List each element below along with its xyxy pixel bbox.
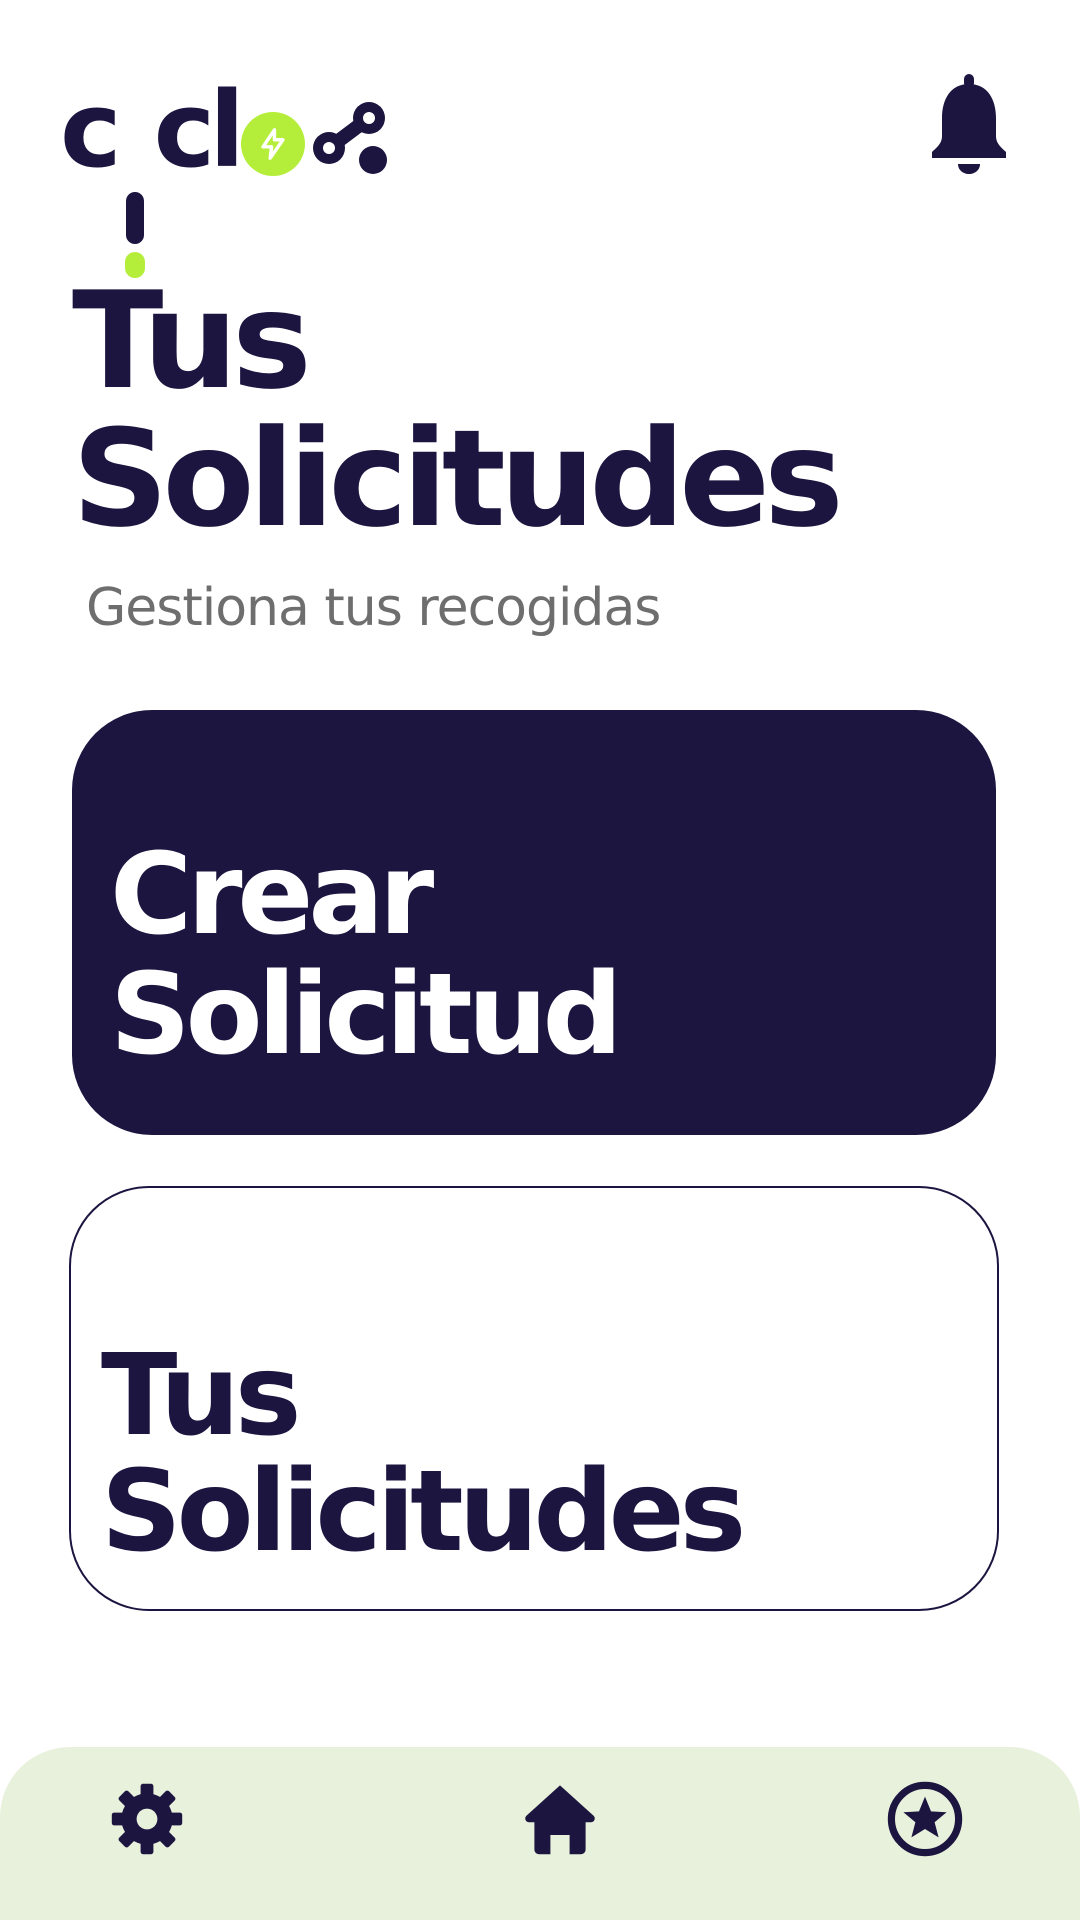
create-request-card[interactable]: Crear Solicitud (72, 710, 996, 1135)
page-subtitle: Gestiona tus recogidas (86, 578, 661, 638)
your-requests-card[interactable]: Tus Solicitudes (69, 1186, 999, 1611)
logo-link-mark (307, 82, 391, 182)
nav-settings-button[interactable] (97, 1769, 197, 1869)
app-header: c cl (0, 0, 1080, 278)
page-title-line2: Solicitudes (72, 401, 844, 557)
gear-icon (111, 1783, 183, 1855)
app-logo: c cl (60, 72, 391, 278)
page-title-line1: Tus (72, 263, 312, 419)
star-badge-icon (887, 1781, 963, 1857)
logo-bolt-icon (240, 112, 305, 176)
your-requests-line1: Tus (101, 1331, 302, 1461)
bottom-nav (0, 1747, 1080, 1920)
screen: c cl Tus Solicitudes Gestiona tus recogi… (0, 0, 1080, 1920)
create-request-line2: Solicitud (110, 950, 623, 1080)
create-request-label: Crear Solicitud (110, 830, 623, 1080)
nav-home-button[interactable] (510, 1769, 610, 1869)
home-icon (525, 1785, 595, 1855)
page-title: Tus Solicitudes (72, 263, 844, 557)
nav-favorites-button[interactable] (875, 1769, 975, 1869)
your-requests-line2: Solicitudes (101, 1447, 746, 1577)
bell-icon[interactable] (926, 74, 1012, 174)
create-request-line1: Crear (110, 830, 434, 960)
your-requests-label: Tus Solicitudes (101, 1331, 746, 1577)
